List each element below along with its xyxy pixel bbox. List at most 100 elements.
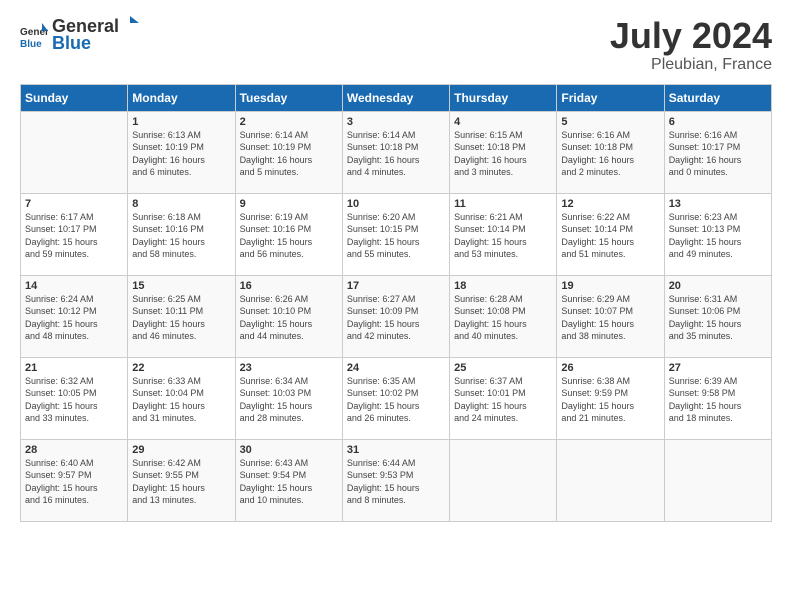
calendar-cell: 22Sunrise: 6:33 AM Sunset: 10:04 PM Dayl… (128, 357, 235, 439)
day-info: Sunrise: 6:33 AM Sunset: 10:04 PM Daylig… (132, 375, 230, 425)
week-row-1: 1Sunrise: 6:13 AM Sunset: 10:19 PM Dayli… (21, 111, 772, 193)
day-info: Sunrise: 6:23 AM Sunset: 10:13 PM Daylig… (669, 211, 767, 261)
day-number: 19 (561, 280, 659, 292)
calendar-cell: 2Sunrise: 6:14 AM Sunset: 10:19 PM Dayli… (235, 111, 342, 193)
day-number: 11 (454, 198, 552, 210)
calendar-cell: 3Sunrise: 6:14 AM Sunset: 10:18 PM Dayli… (342, 111, 449, 193)
day-info: Sunrise: 6:13 AM Sunset: 10:19 PM Daylig… (132, 129, 230, 179)
calendar-cell: 30Sunrise: 6:43 AM Sunset: 9:54 PM Dayli… (235, 439, 342, 521)
day-number: 2 (240, 116, 338, 128)
day-number: 22 (132, 362, 230, 374)
day-number: 16 (240, 280, 338, 292)
calendar-table: SundayMondayTuesdayWednesdayThursdayFrid… (20, 84, 772, 522)
calendar-cell: 16Sunrise: 6:26 AM Sunset: 10:10 PM Dayl… (235, 275, 342, 357)
day-info: Sunrise: 6:38 AM Sunset: 9:59 PM Dayligh… (561, 375, 659, 425)
day-number: 8 (132, 198, 230, 210)
day-info: Sunrise: 6:37 AM Sunset: 10:01 PM Daylig… (454, 375, 552, 425)
calendar-cell (557, 439, 664, 521)
day-number: 7 (25, 198, 123, 210)
day-number: 30 (240, 444, 338, 456)
calendar-cell: 1Sunrise: 6:13 AM Sunset: 10:19 PM Dayli… (128, 111, 235, 193)
day-info: Sunrise: 6:28 AM Sunset: 10:08 PM Daylig… (454, 293, 552, 343)
subtitle: Pleubian, France (610, 56, 772, 74)
day-number: 29 (132, 444, 230, 456)
day-number: 20 (669, 280, 767, 292)
day-info: Sunrise: 6:39 AM Sunset: 9:58 PM Dayligh… (669, 375, 767, 425)
calendar-cell: 31Sunrise: 6:44 AM Sunset: 9:53 PM Dayli… (342, 439, 449, 521)
header-row: SundayMondayTuesdayWednesdayThursdayFrid… (21, 84, 772, 111)
page-container: General Blue General Blue July 2024 Pleu… (0, 0, 792, 532)
calendar-cell: 11Sunrise: 6:21 AM Sunset: 10:14 PM Dayl… (450, 193, 557, 275)
day-number: 17 (347, 280, 445, 292)
day-number: 25 (454, 362, 552, 374)
day-number: 28 (25, 444, 123, 456)
calendar-cell: 15Sunrise: 6:25 AM Sunset: 10:11 PM Dayl… (128, 275, 235, 357)
calendar-cell: 20Sunrise: 6:31 AM Sunset: 10:06 PM Dayl… (664, 275, 771, 357)
calendar-cell: 4Sunrise: 6:15 AM Sunset: 10:18 PM Dayli… (450, 111, 557, 193)
day-info: Sunrise: 6:15 AM Sunset: 10:18 PM Daylig… (454, 129, 552, 179)
day-number: 1 (132, 116, 230, 128)
logo: General Blue General Blue (20, 16, 139, 54)
logo-bird-icon (121, 14, 139, 32)
title-block: July 2024 Pleubian, France (610, 16, 772, 74)
day-info: Sunrise: 6:31 AM Sunset: 10:06 PM Daylig… (669, 293, 767, 343)
calendar-cell: 12Sunrise: 6:22 AM Sunset: 10:14 PM Dayl… (557, 193, 664, 275)
header: General Blue General Blue July 2024 Pleu… (20, 16, 772, 74)
day-info: Sunrise: 6:21 AM Sunset: 10:14 PM Daylig… (454, 211, 552, 261)
calendar-cell: 19Sunrise: 6:29 AM Sunset: 10:07 PM Dayl… (557, 275, 664, 357)
calendar-cell: 26Sunrise: 6:38 AM Sunset: 9:59 PM Dayli… (557, 357, 664, 439)
day-info: Sunrise: 6:40 AM Sunset: 9:57 PM Dayligh… (25, 457, 123, 507)
day-number: 3 (347, 116, 445, 128)
day-info: Sunrise: 6:19 AM Sunset: 10:16 PM Daylig… (240, 211, 338, 261)
day-number: 6 (669, 116, 767, 128)
day-info: Sunrise: 6:16 AM Sunset: 10:17 PM Daylig… (669, 129, 767, 179)
day-number: 21 (25, 362, 123, 374)
day-info: Sunrise: 6:18 AM Sunset: 10:16 PM Daylig… (132, 211, 230, 261)
day-info: Sunrise: 6:25 AM Sunset: 10:11 PM Daylig… (132, 293, 230, 343)
calendar-cell: 8Sunrise: 6:18 AM Sunset: 10:16 PM Dayli… (128, 193, 235, 275)
day-info: Sunrise: 6:34 AM Sunset: 10:03 PM Daylig… (240, 375, 338, 425)
calendar-cell: 18Sunrise: 6:28 AM Sunset: 10:08 PM Dayl… (450, 275, 557, 357)
day-number: 10 (347, 198, 445, 210)
day-number: 31 (347, 444, 445, 456)
day-info: Sunrise: 6:44 AM Sunset: 9:53 PM Dayligh… (347, 457, 445, 507)
day-info: Sunrise: 6:43 AM Sunset: 9:54 PM Dayligh… (240, 457, 338, 507)
col-header-monday: Monday (128, 84, 235, 111)
day-number: 23 (240, 362, 338, 374)
day-info: Sunrise: 6:17 AM Sunset: 10:17 PM Daylig… (25, 211, 123, 261)
day-info: Sunrise: 6:26 AM Sunset: 10:10 PM Daylig… (240, 293, 338, 343)
day-number: 15 (132, 280, 230, 292)
calendar-cell: 23Sunrise: 6:34 AM Sunset: 10:03 PM Dayl… (235, 357, 342, 439)
day-number: 13 (669, 198, 767, 210)
week-row-2: 7Sunrise: 6:17 AM Sunset: 10:17 PM Dayli… (21, 193, 772, 275)
day-number: 9 (240, 198, 338, 210)
week-row-5: 28Sunrise: 6:40 AM Sunset: 9:57 PM Dayli… (21, 439, 772, 521)
calendar-cell: 10Sunrise: 6:20 AM Sunset: 10:15 PM Dayl… (342, 193, 449, 275)
calendar-cell (664, 439, 771, 521)
day-info: Sunrise: 6:22 AM Sunset: 10:14 PM Daylig… (561, 211, 659, 261)
day-info: Sunrise: 6:42 AM Sunset: 9:55 PM Dayligh… (132, 457, 230, 507)
day-number: 4 (454, 116, 552, 128)
day-number: 27 (669, 362, 767, 374)
day-number: 26 (561, 362, 659, 374)
day-info: Sunrise: 6:29 AM Sunset: 10:07 PM Daylig… (561, 293, 659, 343)
day-info: Sunrise: 6:16 AM Sunset: 10:18 PM Daylig… (561, 129, 659, 179)
col-header-friday: Friday (557, 84, 664, 111)
col-header-saturday: Saturday (664, 84, 771, 111)
day-info: Sunrise: 6:35 AM Sunset: 10:02 PM Daylig… (347, 375, 445, 425)
calendar-cell: 14Sunrise: 6:24 AM Sunset: 10:12 PM Dayl… (21, 275, 128, 357)
day-info: Sunrise: 6:14 AM Sunset: 10:18 PM Daylig… (347, 129, 445, 179)
day-number: 5 (561, 116, 659, 128)
logo-text-block: General Blue (52, 16, 139, 54)
day-info: Sunrise: 6:20 AM Sunset: 10:15 PM Daylig… (347, 211, 445, 261)
calendar-cell (450, 439, 557, 521)
logo-icon: General Blue (20, 21, 48, 49)
calendar-cell: 28Sunrise: 6:40 AM Sunset: 9:57 PM Dayli… (21, 439, 128, 521)
col-header-thursday: Thursday (450, 84, 557, 111)
calendar-cell: 6Sunrise: 6:16 AM Sunset: 10:17 PM Dayli… (664, 111, 771, 193)
day-number: 12 (561, 198, 659, 210)
calendar-cell: 9Sunrise: 6:19 AM Sunset: 10:16 PM Dayli… (235, 193, 342, 275)
week-row-4: 21Sunrise: 6:32 AM Sunset: 10:05 PM Dayl… (21, 357, 772, 439)
week-row-3: 14Sunrise: 6:24 AM Sunset: 10:12 PM Dayl… (21, 275, 772, 357)
day-number: 14 (25, 280, 123, 292)
